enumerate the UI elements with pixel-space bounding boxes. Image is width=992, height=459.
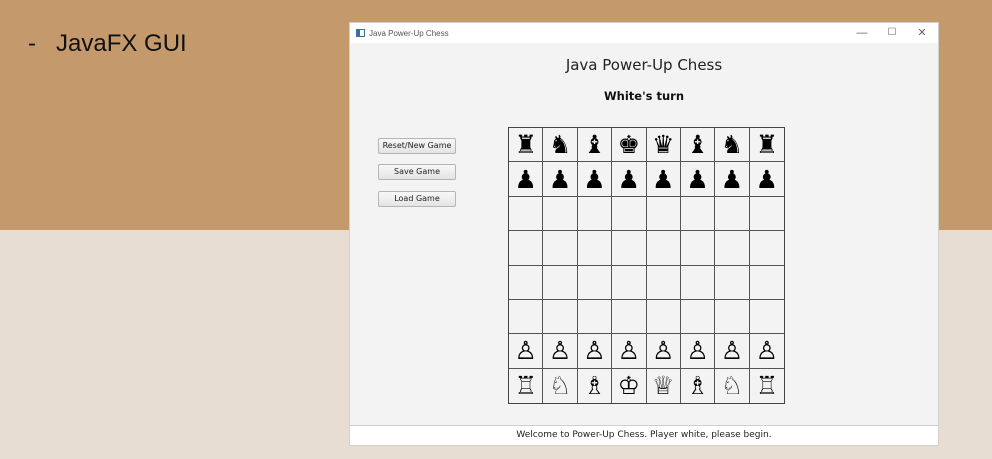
board-square[interactable]: ♛ — [646, 128, 681, 163]
board-square[interactable]: ♝ — [577, 128, 613, 163]
board-square[interactable] — [577, 196, 613, 232]
board-square[interactable]: ♟ — [577, 162, 613, 197]
window-title: Java Power-Up Chess — [369, 28, 449, 38]
board-square[interactable]: ♞ — [543, 128, 578, 163]
board-square[interactable]: ♟ — [715, 162, 750, 197]
board-square[interactable] — [509, 265, 544, 300]
board-square[interactable] — [646, 265, 681, 300]
board-square[interactable] — [749, 265, 784, 300]
board-square[interactable]: ♟ — [680, 162, 716, 197]
board-square[interactable]: ♖ — [509, 368, 544, 403]
board-square[interactable] — [543, 196, 578, 232]
board-square[interactable]: ♙ — [715, 334, 750, 369]
bullet-text: JavaFX GUI — [56, 30, 187, 57]
board-square[interactable]: ♟ — [749, 162, 784, 197]
save-game-button[interactable]: Save Game — [378, 164, 456, 180]
slide-bullet: - JavaFX GUI — [28, 30, 187, 58]
board-square[interactable]: ♟ — [509, 162, 544, 197]
window-titlebar[interactable]: Java Power-Up Chess — ☐ ✕ — [350, 23, 938, 43]
board-square[interactable]: ♙ — [646, 334, 681, 369]
board-square[interactable] — [680, 231, 716, 266]
board-square[interactable] — [612, 299, 647, 335]
close-icon[interactable]: ✕ — [914, 26, 930, 40]
board-square[interactable] — [715, 265, 750, 300]
status-bar: Welcome to Power-Up Chess. Player white,… — [350, 425, 938, 445]
board-square[interactable]: ♘ — [543, 368, 578, 403]
board-square[interactable]: ♙ — [612, 334, 647, 369]
board-square[interactable] — [749, 299, 784, 335]
load-game-button[interactable]: Load Game — [378, 191, 456, 207]
board-square[interactable] — [680, 196, 716, 232]
board-square[interactable]: ♜ — [509, 128, 544, 163]
board-square[interactable] — [680, 299, 716, 335]
board-square[interactable] — [509, 299, 544, 335]
board-square[interactable]: ♙ — [509, 334, 544, 369]
board-square[interactable]: ♗ — [577, 368, 613, 403]
board-square[interactable]: ♗ — [680, 368, 716, 403]
board-square[interactable] — [749, 196, 784, 232]
board-square[interactable]: ♟ — [612, 162, 647, 197]
reset-new-game-button[interactable]: Reset/New Game — [378, 138, 456, 154]
board-square[interactable]: ♟ — [646, 162, 681, 197]
board-square[interactable]: ♚ — [612, 128, 647, 163]
board-square[interactable] — [715, 231, 750, 266]
board-square[interactable] — [715, 196, 750, 232]
board-square[interactable] — [646, 299, 681, 335]
board-square[interactable]: ♜ — [749, 128, 784, 163]
board-square[interactable] — [577, 265, 613, 300]
board-square[interactable]: ♙ — [543, 334, 578, 369]
board-square[interactable] — [509, 231, 544, 266]
board-square[interactable] — [680, 265, 716, 300]
board-square[interactable] — [543, 265, 578, 300]
board-square[interactable] — [577, 231, 613, 266]
board-square[interactable]: ♙ — [577, 334, 613, 369]
app-window: Java Power-Up Chess — ☐ ✕ Java Power-Up … — [349, 22, 939, 446]
board-square[interactable]: ♖ — [749, 368, 784, 403]
board-square[interactable] — [749, 231, 784, 266]
board-square[interactable] — [612, 265, 647, 300]
java-app-icon — [356, 29, 365, 37]
board-square[interactable]: ♙ — [680, 334, 716, 369]
board-square[interactable] — [646, 196, 681, 232]
board-square[interactable] — [543, 299, 578, 335]
board-square[interactable] — [577, 299, 613, 335]
game-title: Java Power-Up Chess — [565, 56, 723, 74]
board-square[interactable] — [543, 231, 578, 266]
turn-indicator: White's turn — [603, 89, 685, 103]
board-square[interactable]: ♘ — [715, 368, 750, 403]
board-square[interactable]: ♔ — [612, 368, 647, 403]
minimize-icon[interactable]: — — [854, 26, 870, 40]
board-square[interactable]: ♙ — [749, 334, 784, 369]
board-square[interactable]: ♕ — [646, 368, 681, 403]
chess-board: ♜ ♞ ♝ ♚ ♛ ♝ ♞ ♜ ♟ ♟ ♟ ♟ ♟ ♟ ♟ ♟ ♙ ♙ ♙ ♙ ♙ ♙ ♙ ♙ ♖ ♘ ♗ ♔ ♕ ♗ ♘ ♖ — [508, 127, 785, 404]
board-square[interactable]: ♞ — [715, 128, 750, 163]
board-square[interactable] — [612, 196, 647, 232]
board-square[interactable]: ♝ — [680, 128, 716, 163]
bullet-dash: - — [28, 30, 36, 57]
board-square[interactable] — [715, 299, 750, 335]
board-square[interactable]: ♟ — [543, 162, 578, 197]
board-square[interactable] — [612, 231, 647, 266]
board-square[interactable] — [646, 231, 681, 266]
board-square[interactable] — [509, 196, 544, 232]
maximize-icon[interactable]: ☐ — [884, 26, 900, 40]
